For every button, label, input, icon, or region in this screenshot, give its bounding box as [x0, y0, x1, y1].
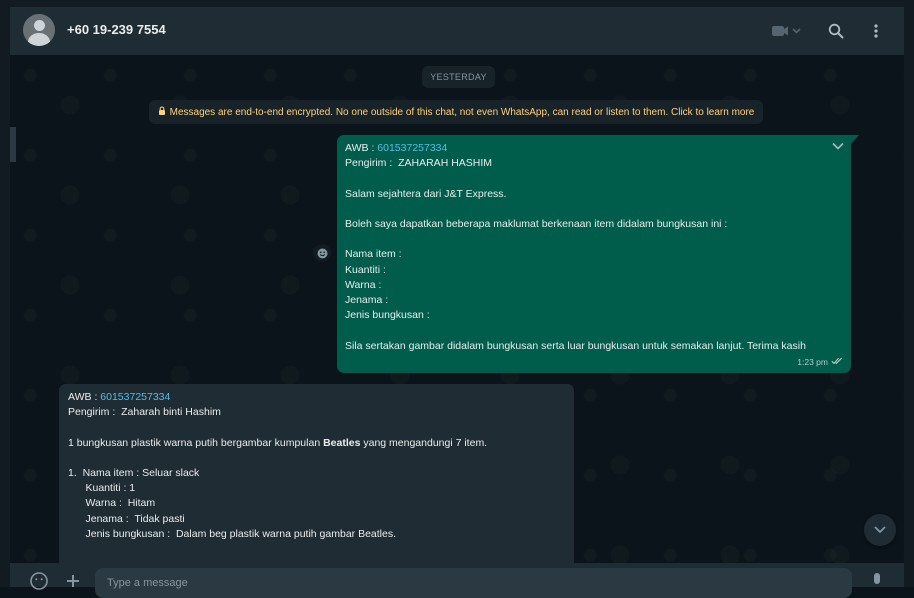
attach-icon[interactable]	[63, 571, 83, 591]
message-meta: 1:23 pm	[797, 355, 843, 370]
message-line: Pengirim : ZAHARAH HASHIM	[345, 157, 493, 170]
item-line: Jenis bungkusan : Dalam beg plastik warn…	[68, 527, 397, 540]
emoji-icon[interactable]	[29, 571, 49, 591]
avatar[interactable]	[23, 14, 55, 46]
awb-line: AWB : 601537257334	[68, 390, 565, 405]
bubble-tail	[851, 135, 859, 144]
avatar-head-shape	[34, 20, 45, 31]
encryption-notice[interactable]: Messages are end-to-end encrypted. No on…	[149, 100, 763, 124]
incoming-message[interactable]: AWB : 601537257334 Pengirim : Zaharah bi…	[59, 384, 574, 563]
contact-name[interactable]: +60 19-239 7554	[67, 22, 166, 37]
item-line: Jenama : Tidak pasti	[68, 512, 185, 525]
window-top-strip	[0, 0, 914, 7]
chat-scrollbar[interactable]	[10, 127, 16, 162]
lock-icon	[158, 106, 166, 118]
chevron-down-icon	[873, 521, 887, 539]
message-input[interactable]	[95, 568, 852, 598]
message-line: Boleh saya dapatkan beberapa maklumat be…	[345, 217, 728, 230]
message-line	[345, 171, 843, 186]
message-line: Nama item :	[345, 248, 402, 261]
menu-icon[interactable]	[868, 21, 884, 41]
outgoing-message[interactable]: AWB : 601537257334 Pengirim : ZAHARAH HA…	[337, 135, 859, 373]
description-text-end: yang mengandungi 7 item.	[360, 436, 488, 449]
chat-header: +60 19-239 7554	[10, 7, 904, 55]
left-edge	[0, 7, 10, 587]
message-line: Jenama :	[345, 293, 389, 306]
avatar-body-shape	[28, 33, 50, 46]
message-menu-chevron-icon[interactable]	[831, 141, 845, 151]
awb-line: AWB : 601537257334	[345, 141, 843, 156]
message-line	[345, 202, 843, 217]
double-check-icon	[831, 355, 843, 370]
react-emoji-icon[interactable]	[313, 244, 331, 262]
message-line: Salam sejahtera dari J&T Express.	[345, 187, 507, 200]
item-line: Warna : Hitam	[68, 497, 156, 510]
date-chip: YESTERDAY	[422, 66, 495, 88]
right-edge	[904, 0, 914, 587]
video-call-icon[interactable]	[771, 21, 803, 41]
message-line: Kuantiti :	[345, 263, 386, 276]
mic-icon[interactable]	[867, 571, 887, 591]
chat-area[interactable]: YESTERDAY Messages are end-to-end encryp…	[10, 55, 904, 563]
sender-line: Pengirim : Zaharah binti Hashim	[68, 406, 221, 419]
item-line: Kuantiti : 1	[68, 482, 136, 495]
awb-number-link[interactable]: 601537257334	[377, 142, 447, 154]
awb-label: AWB :	[345, 142, 378, 154]
compose-bar	[10, 563, 904, 598]
description-text: 1 bungkusan plastik warna putih bergamba…	[68, 436, 324, 449]
search-icon[interactable]	[826, 21, 846, 41]
message-line: Jenis bungkusan :	[345, 309, 430, 322]
message-time: 1:23 pm	[797, 356, 828, 367]
encryption-text: Messages are end-to-end encrypted. No on…	[169, 106, 755, 118]
item-line: 1. Nama item : Seluar slack	[68, 466, 200, 479]
message-line: Warna :	[345, 278, 382, 291]
awb-label: AWB :	[68, 391, 101, 403]
description-line: 1 bungkusan plastik warna putih bergamba…	[68, 436, 565, 451]
message-line: Sila sertakan gambar didalam bungkusan s…	[345, 339, 806, 352]
message-line	[345, 232, 843, 247]
scroll-down-button[interactable]	[864, 514, 896, 546]
message-line	[345, 323, 843, 338]
description-bold: Beatles	[323, 436, 361, 449]
awb-number-link[interactable]: 601537257334	[100, 391, 170, 403]
